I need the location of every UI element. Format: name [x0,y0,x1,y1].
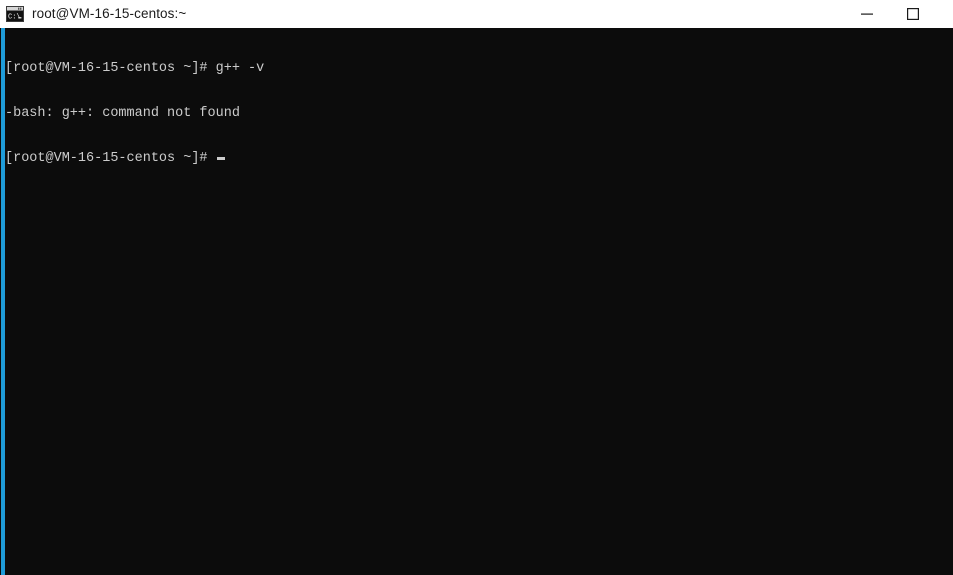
terminal-prompt: [root@VM-16-15-centos ~]# [5,151,216,166]
window-title: root@VM-16-15-centos:~ [32,6,187,21]
window-titlebar[interactable]: C:\ root@VM-16-15-centos:~ [0,0,953,28]
terminal-body[interactable]: [root@VM-16-15-centos ~]# g++ -v -bash: … [0,28,953,575]
console-icon: C:\ [6,6,24,22]
minimize-button[interactable] [844,0,890,28]
close-button[interactable] [936,0,953,28]
terminal-line-with-cursor: [root@VM-16-15-centos ~]# [5,151,953,166]
text-cursor [216,157,225,160]
terminal-screen[interactable]: [root@VM-16-15-centos ~]# g++ -v -bash: … [0,28,953,575]
terminal-line: -bash: g++: command not found [5,106,240,121]
terminal-line: [root@VM-16-15-centos ~]# g++ -v [5,61,265,76]
terminal-window: C:\ root@VM-16-15-centos:~ [root@VM-16-1… [0,0,953,575]
maximize-button[interactable] [890,0,936,28]
